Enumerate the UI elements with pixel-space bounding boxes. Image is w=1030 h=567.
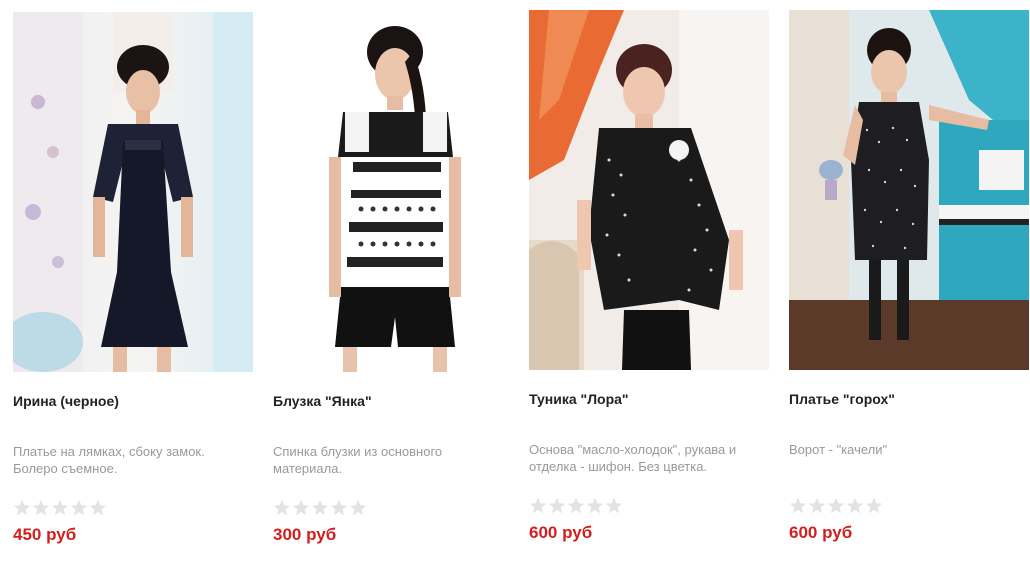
star-icon[interactable] [586, 497, 604, 515]
product-description: Спинка блузки из основного материала. [273, 444, 443, 476]
product-card: Блузка "Янка" Спинка блузки из основного… [273, 12, 513, 545]
product-price: 450 руб [13, 525, 77, 544]
product-card: Платье "горох" Ворот - "качели" 600 руб [789, 10, 1029, 543]
product-rating[interactable] [273, 499, 513, 517]
product-title[interactable]: Блузка "Янка" [273, 393, 513, 411]
star-icon[interactable] [292, 499, 310, 517]
star-icon[interactable] [70, 499, 88, 517]
product-price: 300 руб [273, 525, 337, 544]
product-price: 600 руб [789, 523, 853, 542]
star-icon[interactable] [865, 497, 883, 515]
star-icon[interactable] [789, 497, 807, 515]
star-icon[interactable] [311, 499, 329, 517]
star-icon[interactable] [827, 497, 845, 515]
star-icon[interactable] [273, 499, 291, 517]
product-card: Ирина (черное) Платье на лямках, сбоку з… [13, 12, 253, 545]
star-icon[interactable] [13, 499, 31, 517]
product-photo-image [789, 10, 1029, 370]
product-photo-image [13, 12, 253, 372]
star-icon[interactable] [529, 497, 547, 515]
product-title[interactable]: Туника "Лора" [529, 391, 769, 409]
product-photo[interactable] [789, 10, 1029, 370]
star-icon[interactable] [330, 499, 348, 517]
star-icon[interactable] [808, 497, 826, 515]
product-photo[interactable] [273, 12, 513, 372]
star-icon[interactable] [846, 497, 864, 515]
product-title[interactable]: Ирина (черное) [13, 393, 253, 411]
product-photo-image [529, 10, 769, 370]
product-card: Туника "Лора" Основа "масло-холодок", ру… [529, 10, 769, 543]
star-icon[interactable] [51, 499, 69, 517]
product-title[interactable]: Платье "горох" [789, 391, 1029, 409]
star-icon[interactable] [605, 497, 623, 515]
product-photo[interactable] [13, 12, 253, 372]
product-description: Платье на лямках, сбоку замок. Болеро съ… [13, 444, 205, 476]
product-description: Основа "масло-холодок", рукава и отделка… [529, 442, 737, 474]
product-price: 600 руб [529, 523, 593, 542]
product-description: Ворот - "качели" [789, 442, 888, 457]
product-photo[interactable] [529, 10, 769, 370]
star-icon[interactable] [349, 499, 367, 517]
product-rating[interactable] [529, 497, 769, 515]
star-icon[interactable] [567, 497, 585, 515]
star-icon[interactable] [89, 499, 107, 517]
product-photo-image [273, 12, 513, 372]
star-icon[interactable] [548, 497, 566, 515]
product-rating[interactable] [789, 497, 1029, 515]
product-rating[interactable] [13, 499, 253, 517]
star-icon[interactable] [32, 499, 50, 517]
